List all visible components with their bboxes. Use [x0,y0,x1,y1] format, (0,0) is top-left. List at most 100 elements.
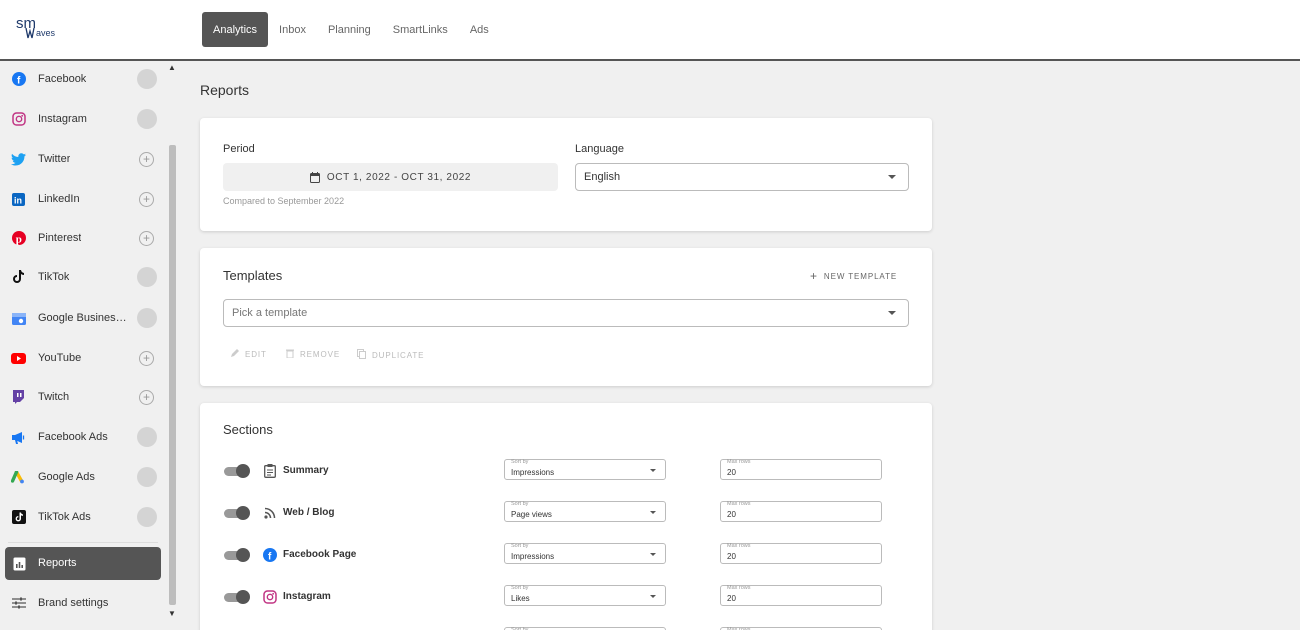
max-rows-label: Max rows [727,459,751,465]
max-rows-input[interactable]: Max rows 20 [720,459,882,480]
sidebar-item-label: Pinterest [38,232,82,244]
add-circle-icon[interactable]: + [139,230,154,246]
sidebar-item-label: Instagram [38,113,87,125]
language-select[interactable]: English [575,163,909,191]
sidebar-item-twitter[interactable]: Twitter + [0,139,166,179]
add-circle-icon[interactable]: + [139,151,154,167]
new-template-label: NEW TEMPLATE [823,271,898,281]
new-template-button[interactable]: + NEW TEMPLATE [810,269,897,283]
connection-status-dot[interactable] [137,507,157,527]
sort-by-label: Sort by [511,459,529,465]
max-rows-value: 20 [727,594,736,603]
section-toggle[interactable] [224,464,250,478]
connection-status-dot[interactable] [137,308,157,328]
sidebar-item-reports[interactable]: Reports [5,547,161,580]
sidebar-item-label: Twitch [38,391,70,403]
sliders-icon [11,596,26,611]
edit-button[interactable]: EDIT [230,349,267,360]
dropdown-arrow-icon [650,468,656,472]
sidebar-item-tiktok[interactable]: TikTok [0,257,166,297]
sidebar-item-google-business[interactable]: Google Business... [0,298,166,338]
scroll-up-arrow-icon[interactable]: ▲ [168,63,176,72]
sort-by-label: Sort by [511,501,529,507]
twitch-icon [11,390,26,405]
section-toggle[interactable] [224,548,250,562]
smwaves-logo[interactable]: sm aves [16,14,76,46]
dropdown-arrow-icon [650,510,656,514]
tab-smartlinks[interactable]: SmartLinks [382,12,459,47]
sidebar-item-instagram[interactable]: Instagram [0,99,166,139]
plus-icon: + [810,269,818,283]
sections-card: Sections Summary Sort by Impressions Max… [200,403,932,630]
top-bar: sm aves Analytics Inbox Planning SmartLi… [0,0,1300,61]
tab-inbox[interactable]: Inbox [268,12,317,47]
sort-by-select[interactable]: Sort by Impressions [504,543,666,564]
edit-label: EDIT [245,350,267,359]
connection-status-dot[interactable] [137,427,157,447]
connection-status-dot[interactable] [137,467,157,487]
copy-icon [357,349,366,361]
template-select[interactable]: Pick a template [223,299,909,327]
report-icon [12,556,27,571]
youtube-icon [11,351,26,366]
sidebar-item-label: Google Ads [38,471,95,483]
sidebar-item-brand-settings[interactable]: Brand settings [0,583,166,623]
period-language-card: Period OCT 1, 2022 - OCT 31, 2022 Compar… [200,118,932,231]
sort-by-select[interactable]: Sort by Likes [504,585,666,606]
sidebar-item-linkedin[interactable]: in LinkedIn + [0,179,166,219]
sidebar-item-facebook[interactable]: f Facebook [0,59,166,99]
section-row-instagram: Instagram Sort by Likes Max rows 20 [200,585,932,609]
connection-status-dot[interactable] [137,69,157,89]
section-toggle[interactable] [224,590,250,604]
sort-by-select[interactable]: Sort by Impressions [504,459,666,480]
duplicate-label: DUPLICATE [372,350,425,360]
section-label: Instagram [283,591,331,602]
duplicate-button[interactable]: DUPLICATE [357,349,424,361]
dropdown-arrow-icon [888,311,896,315]
max-rows-input[interactable]: Max rows 20 [720,501,882,522]
sidebar-item-facebook-ads[interactable]: Facebook Ads [0,417,166,457]
page-title: Reports [200,82,250,98]
section-label: Web / Blog [283,507,335,518]
remove-button[interactable]: REMOVE [286,349,340,360]
sidebar-item-label: Facebook Ads [38,431,108,443]
sort-by-label: Sort by [511,543,529,549]
sidebar-item-label: YouTube [38,352,82,364]
sort-by-select[interactable]: Sort by Page views [504,501,666,522]
tiktok-ads-icon [11,510,26,525]
tab-ads[interactable]: Ads [459,12,500,47]
add-circle-icon[interactable]: + [139,191,154,207]
sidebar-item-youtube[interactable]: YouTube + [0,338,166,378]
section-label: Summary [283,465,329,476]
scroll-down-arrow-icon[interactable]: ▼ [168,609,176,618]
connection-status-dot[interactable] [137,267,157,287]
connection-status-dot[interactable] [137,109,157,129]
clipboard-icon [262,463,277,478]
sidebar-item-label: Facebook [38,73,87,85]
sidebar-item-tiktok-ads[interactable]: TikTok Ads [0,497,166,537]
sort-by-value: Impressions [511,552,555,561]
max-rows-value: 20 [727,510,736,519]
max-rows-input[interactable]: Max rows 20 [720,585,882,606]
pinterest-icon: p [11,231,26,246]
comparison-text: Compared to September 2022 [223,196,345,206]
sidebar-item-pinterest[interactable]: p Pinterest + [0,218,166,258]
sidebar-item-google-ads[interactable]: Google Ads [0,457,166,497]
add-circle-icon[interactable]: + [139,350,154,366]
tab-planning[interactable]: Planning [317,12,382,47]
calendar-icon [309,171,320,183]
tiktok-icon [11,270,26,285]
sidebar-item-twitch[interactable]: Twitch + [0,377,166,417]
sidebar-scroll-thumb[interactable] [169,145,176,605]
add-circle-icon[interactable]: + [139,389,154,405]
sidebar-item-label: TikTok [38,271,70,283]
sections-title: Sections [223,422,273,437]
tab-analytics[interactable]: Analytics [202,12,269,47]
sidebar-item-label: Reports [38,557,77,569]
max-rows-input[interactable]: Max rows 20 [720,543,882,564]
section-toggle[interactable] [224,506,250,520]
sidebar: f Facebook Instagram Twitter + in Linked… [0,61,178,630]
dropdown-arrow-icon [888,175,896,179]
date-range-picker[interactable]: OCT 1, 2022 - OCT 31, 2022 [223,163,558,191]
max-rows-value: 20 [727,468,736,477]
